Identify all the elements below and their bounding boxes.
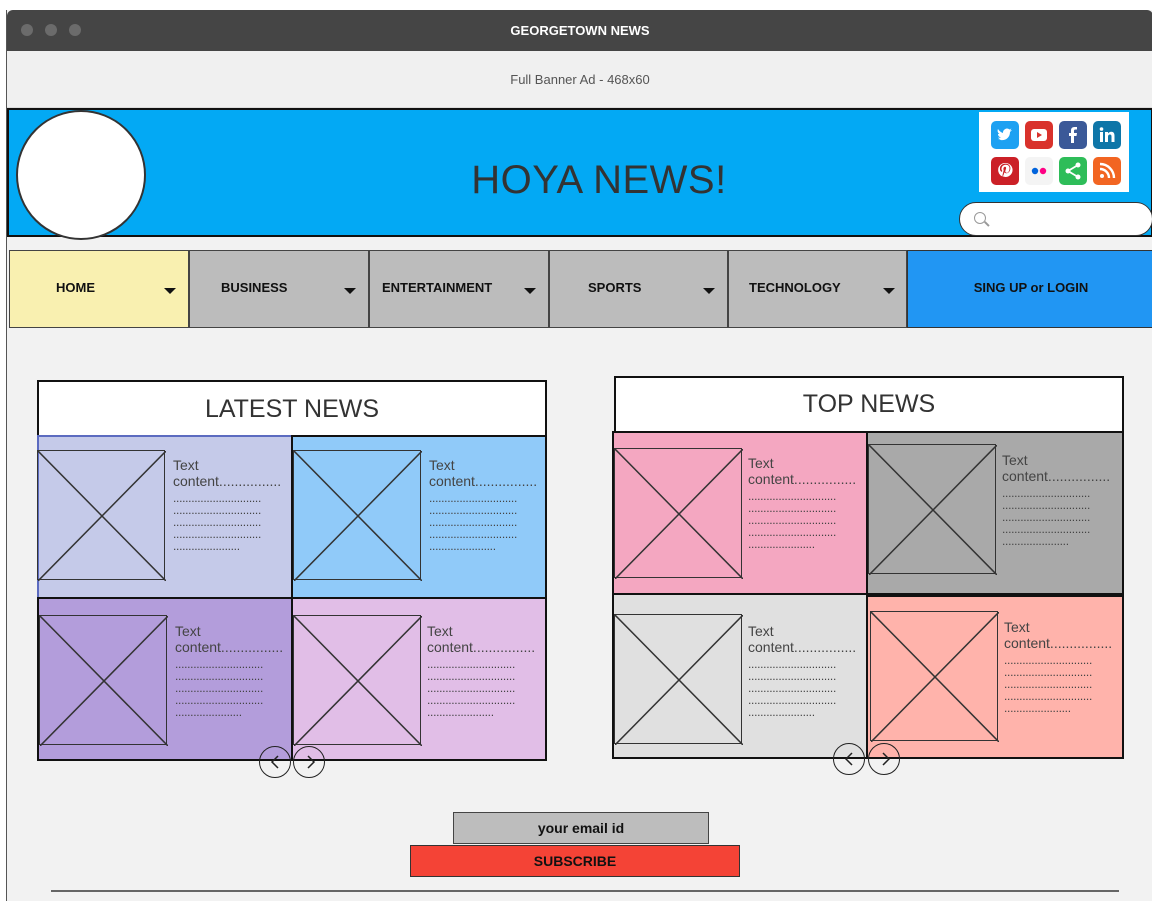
- latest-news-card[interactable]: Text content................ ...........…: [291, 597, 547, 761]
- chevron-left-icon: [270, 755, 279, 769]
- top-news-card[interactable]: Text content................ ...........…: [612, 593, 868, 759]
- card-text-filler: ............................. ..........…: [1002, 487, 1090, 547]
- rss-icon[interactable]: [1093, 157, 1121, 185]
- nav-item-technology[interactable]: TECHNOLOGY: [728, 250, 907, 328]
- top-news-heading: TOP NEWS: [614, 376, 1124, 433]
- chevron-left-icon: [844, 752, 853, 766]
- nav-label: BUSINESS: [221, 280, 288, 295]
- top-prev-button[interactable]: [833, 743, 865, 775]
- nav-item-entertainment[interactable]: ENTERTAINMENT: [369, 250, 549, 328]
- twitter-icon[interactable]: [991, 121, 1019, 149]
- banner-ad[interactable]: Full Banner Ad - 468x60: [7, 51, 1152, 108]
- top-news-card[interactable]: Text content................ ...........…: [612, 431, 868, 595]
- card-text: Text content................: [1004, 619, 1113, 651]
- flickr-icon[interactable]: [1025, 157, 1053, 185]
- card-text: Text content................: [748, 623, 857, 655]
- latest-news-heading: LATEST NEWS: [37, 380, 547, 437]
- browser-window: GEORGETOWN NEWS Full Banner Ad - 468x60 …: [6, 10, 1152, 901]
- subscribe-button[interactable]: SUBSCRIBE: [410, 845, 740, 877]
- chevron-right-icon: [882, 752, 891, 766]
- nav-item-business[interactable]: BUSINESS: [189, 250, 369, 328]
- nav-label: TECHNOLOGY: [749, 280, 841, 295]
- image-placeholder-icon: [870, 611, 999, 742]
- latest-news-card[interactable]: Text content................ ...........…: [37, 597, 293, 761]
- search-bar[interactable]: [959, 202, 1152, 236]
- card-text-filler: ............................. ..........…: [427, 658, 515, 718]
- search-icon[interactable]: [974, 212, 986, 224]
- image-placeholder-icon: [37, 450, 166, 581]
- card-text-filler: ............................. ..........…: [748, 490, 836, 550]
- image-placeholder-icon: [868, 444, 997, 575]
- site-header: HOYA NEWS!: [7, 108, 1152, 240]
- image-placeholder-icon: [614, 614, 743, 745]
- logo[interactable]: [16, 110, 146, 240]
- footer-divider: [51, 890, 1119, 892]
- chevron-down-icon[interactable]: [164, 288, 176, 294]
- latest-news-card[interactable]: Text content................ ...........…: [37, 435, 293, 599]
- signup-login-button[interactable]: SING UP or LOGIN: [907, 250, 1152, 328]
- card-text-filler: ............................. ..........…: [173, 492, 261, 552]
- title-bar: GEORGETOWN NEWS: [7, 10, 1152, 51]
- image-placeholder-icon: [293, 450, 422, 581]
- card-text-filler: ............................. ..........…: [175, 658, 263, 718]
- chevron-down-icon[interactable]: [344, 288, 356, 294]
- card-text: Text content................: [429, 457, 538, 489]
- card-text: Text content................: [427, 623, 536, 655]
- latest-prev-button[interactable]: [259, 746, 291, 778]
- latest-next-button[interactable]: [293, 746, 325, 778]
- nav-item-home[interactable]: HOME: [9, 250, 189, 328]
- chevron-down-icon[interactable]: [524, 288, 536, 294]
- chevron-right-icon: [307, 755, 316, 769]
- image-placeholder-icon: [614, 448, 743, 579]
- facebook-icon[interactable]: [1059, 121, 1087, 149]
- nav-label: SPORTS: [588, 280, 642, 295]
- image-placeholder-icon: [39, 615, 168, 746]
- chevron-down-icon[interactable]: [883, 288, 895, 294]
- social-links: [979, 112, 1129, 192]
- card-text: Text content................: [175, 623, 284, 655]
- pinterest-icon[interactable]: [991, 157, 1019, 185]
- card-text-filler: ............................. ..........…: [748, 658, 836, 718]
- nav-label: ENTERTAINMENT: [382, 280, 493, 295]
- linkedin-icon[interactable]: [1093, 121, 1121, 149]
- search-input[interactable]: [994, 209, 1144, 229]
- top-news-card[interactable]: Text content................ ...........…: [866, 595, 1124, 759]
- email-field[interactable]: your email id: [453, 812, 709, 844]
- nav-item-sports[interactable]: SPORTS: [549, 250, 728, 328]
- card-text: Text content................: [748, 455, 857, 487]
- top-next-button[interactable]: [868, 743, 900, 775]
- signup-login-label: SING UP or LOGIN: [973, 280, 1089, 295]
- top-news-card[interactable]: Text content................ ...........…: [866, 431, 1124, 595]
- window-title: GEORGETOWN NEWS: [510, 23, 650, 38]
- main-nav: HOME BUSINESS ENTERTAINMENT SPORTS TECHN…: [9, 250, 1152, 328]
- card-text-filler: ............................. ..........…: [1004, 654, 1092, 714]
- card-text: Text content................: [1002, 452, 1111, 484]
- chevron-down-icon[interactable]: [703, 288, 715, 294]
- share-icon[interactable]: [1059, 157, 1087, 185]
- youtube-icon[interactable]: [1025, 121, 1053, 149]
- latest-news-card[interactable]: Text content................ ...........…: [291, 435, 547, 599]
- card-text: Text content................: [173, 457, 282, 489]
- nav-label: HOME: [56, 280, 95, 295]
- site-title: HOYA NEWS!: [471, 158, 727, 202]
- image-placeholder-icon: [293, 615, 422, 746]
- card-text-filler: ............................. ..........…: [429, 492, 517, 552]
